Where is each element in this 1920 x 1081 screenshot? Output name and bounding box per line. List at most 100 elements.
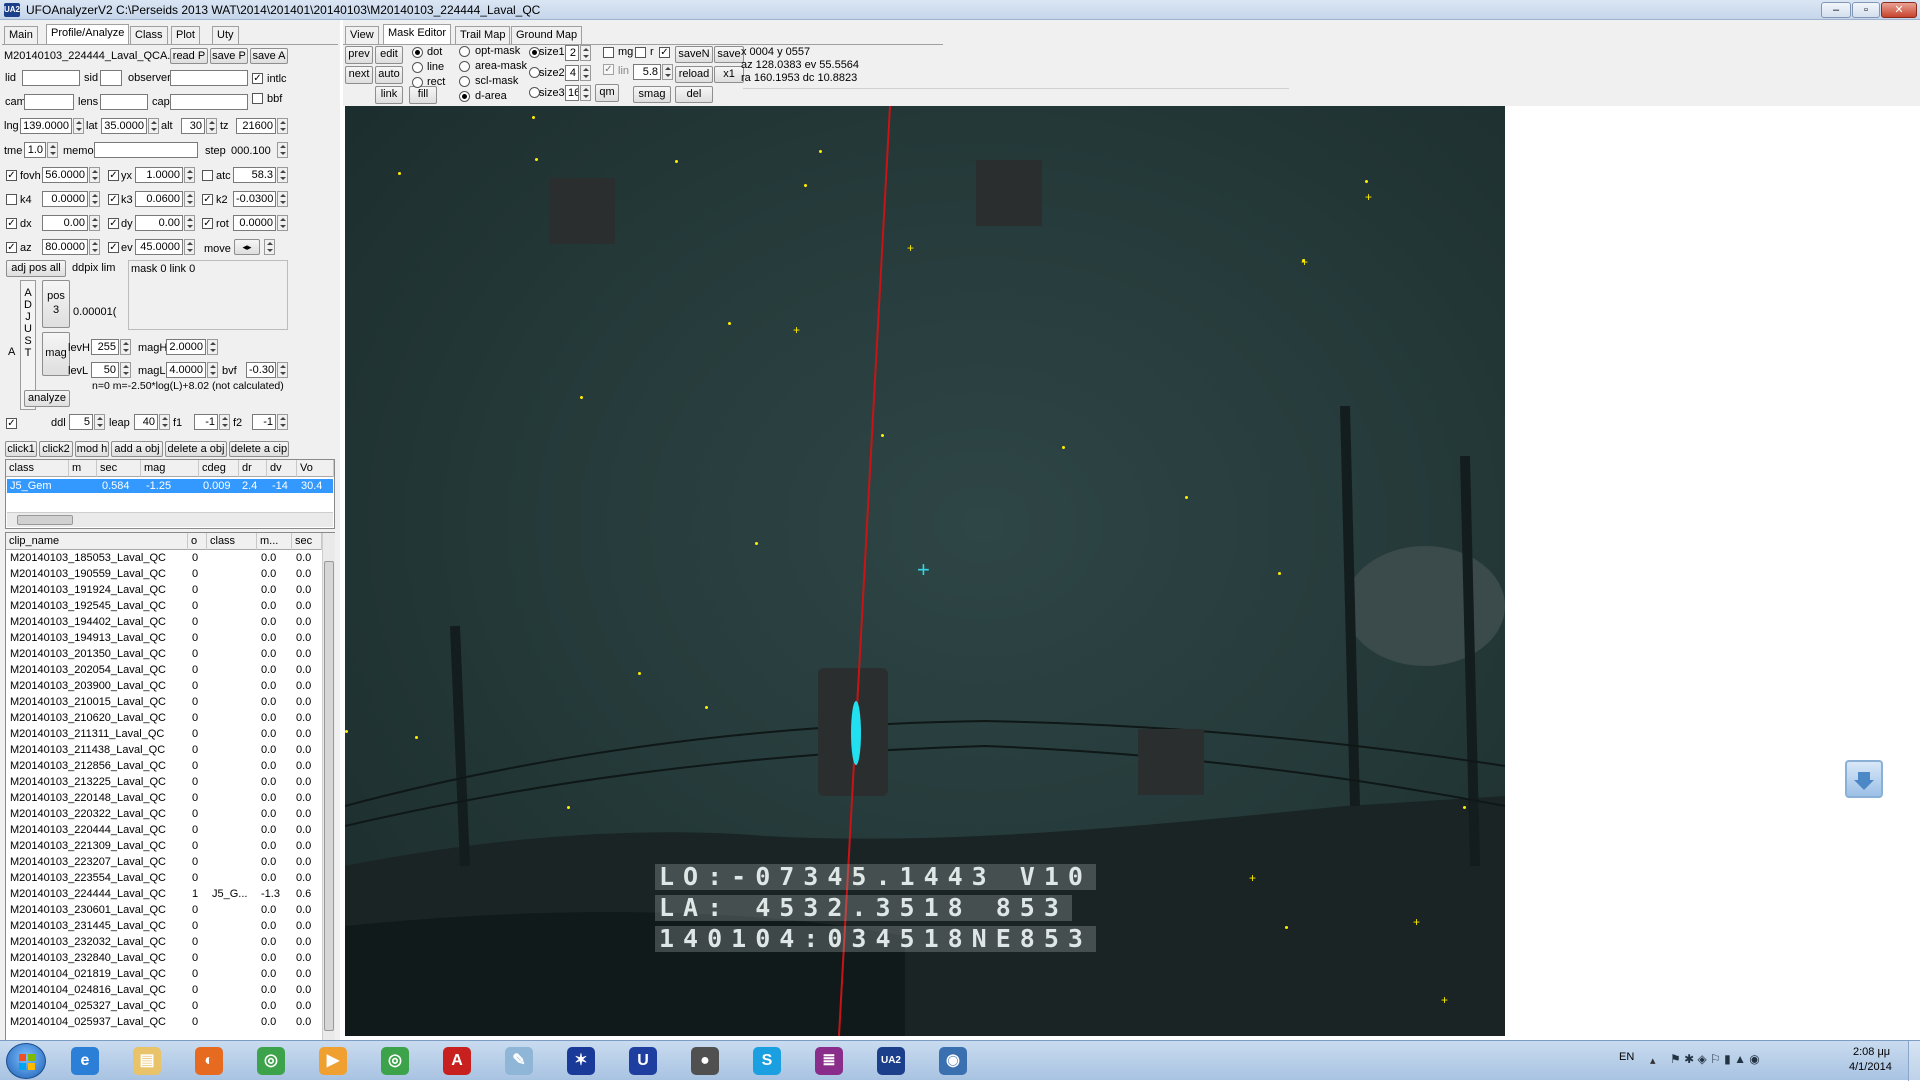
mg-checkbox[interactable] [603, 47, 614, 58]
magl-input[interactable]: 4.0000 [166, 362, 206, 378]
magl-spinner[interactable] [207, 362, 218, 378]
clip-row[interactable]: M20140103_211438_Laval_QC 0 0.0 0.0 [7, 744, 322, 757]
intlc-checkbox[interactable] [252, 73, 263, 84]
sid-input[interactable] [100, 70, 122, 86]
delete-clip-button[interactable]: delete a cip [229, 441, 289, 457]
lin-input[interactable]: 5.8 [633, 64, 661, 80]
k4-checkbox[interactable] [6, 194, 17, 205]
edit-button[interactable]: edit [375, 46, 403, 64]
r2-checkbox[interactable] [659, 47, 670, 58]
clip-row[interactable]: M20140103_220148_Laval_QC 0 0.0 0.0 [7, 792, 322, 805]
lin-spinner[interactable] [662, 64, 673, 80]
clip-row[interactable]: M20140103_185053_Laval_QC 0 0.0 0.0 [7, 552, 322, 565]
clip-row[interactable]: M20140103_232032_Laval_QC 0 0.0 0.0 [7, 936, 322, 949]
save-a-button[interactable]: save A [250, 48, 288, 64]
az-checkbox[interactable] [6, 242, 17, 253]
mod-h-button[interactable]: mod h [75, 441, 109, 457]
dx-input[interactable]: 0.00 [42, 215, 88, 231]
memo-input[interactable] [94, 142, 198, 158]
observer-input[interactable] [170, 70, 248, 86]
read-p-button[interactable]: read P [170, 48, 208, 64]
lng-spinner[interactable] [73, 118, 84, 134]
col-dv[interactable]: dv [267, 460, 297, 477]
chrome-icon[interactable]: ◎ [368, 1044, 422, 1078]
lng-input[interactable]: 139.0000 [20, 118, 72, 134]
tab-view[interactable]: View [345, 26, 379, 44]
clock-time[interactable]: 2:08 μμ [1853, 1046, 1890, 1058]
ddl-input[interactable]: 5 [69, 414, 93, 430]
dy-input[interactable]: 0.00 [135, 215, 183, 231]
area-mask-radio[interactable] [459, 61, 470, 72]
k4-input[interactable]: 0.0000 [42, 191, 88, 207]
k3-input[interactable]: 0.0600 [135, 191, 183, 207]
media-player-icon[interactable]: ▶ [306, 1044, 360, 1078]
close-button[interactable]: ✕ [1881, 2, 1917, 18]
alt-input[interactable]: 30 [181, 118, 205, 134]
del-button[interactable]: del [675, 86, 713, 103]
x1-button[interactable]: x1 [714, 66, 744, 83]
atc-checkbox[interactable] [202, 170, 213, 181]
fovh-checkbox[interactable] [6, 170, 17, 181]
object-table-hscroll-thumb[interactable] [17, 515, 73, 525]
show-desktop-button[interactable] [1908, 1041, 1920, 1081]
size2-input[interactable]: 4 [565, 65, 579, 81]
tz-input[interactable]: 21600 [236, 118, 276, 134]
prev-button[interactable]: prev [345, 46, 373, 64]
object-table-hscroll[interactable] [7, 512, 333, 527]
minimize-button[interactable]: – [1821, 2, 1851, 18]
tab-profile-analyze[interactable]: Profile/Analyze [46, 24, 130, 44]
cam-input[interactable] [24, 94, 74, 110]
clip-row[interactable]: M20140104_024816_Laval_QC 0 0.0 0.0 [7, 984, 322, 997]
tab-class[interactable]: Class [130, 26, 168, 44]
clip-row[interactable]: M20140103_231445_Laval_QC 0 0.0 0.0 [7, 920, 322, 933]
tz-spinner[interactable] [277, 118, 288, 134]
ev-checkbox[interactable] [108, 242, 119, 253]
d-area-radio[interactable] [459, 91, 470, 102]
fovh-input[interactable]: 56.0000 [42, 167, 88, 183]
language-indicator[interactable]: EN [1619, 1051, 1634, 1063]
size1-spinner[interactable] [580, 45, 591, 61]
levh-spinner[interactable] [120, 339, 131, 355]
levh-input[interactable]: 255 [91, 339, 119, 355]
col-clip-name[interactable]: clip_name [6, 533, 188, 550]
col-m[interactable]: m [69, 460, 97, 477]
fovh-spinner[interactable] [89, 167, 100, 183]
save-p-button[interactable]: save P [210, 48, 248, 64]
clip-row[interactable]: M20140104_025327_Laval_QC 0 0.0 0.0 [7, 1000, 322, 1013]
lat-input[interactable]: 35.0000 [101, 118, 147, 134]
auto-button[interactable]: auto [375, 66, 403, 84]
meteor-frame-image[interactable]: + + + + + + + + LO:-07345.1443 V10 LA: 4… [345, 106, 1505, 1036]
start-orb[interactable] [6, 1043, 46, 1079]
object-row-selected[interactable]: J5_Gem 0.584 -1.25 0.009 2.4 -14 30.4 [7, 479, 333, 493]
add-obj-button[interactable]: add a obj [111, 441, 163, 457]
winrar-icon[interactable]: ≣ [802, 1044, 856, 1078]
k2-spinner[interactable] [277, 191, 288, 207]
clip-row[interactable]: M20140103_212856_Laval_QC 0 0.0 0.0 [7, 760, 322, 773]
col-dr[interactable]: dr [239, 460, 267, 477]
clip-row[interactable]: M20140104_021819_Laval_QC 0 0.0 0.0 [7, 968, 322, 981]
clip-row[interactable]: M20140103_194913_Laval_QC 0 0.0 0.0 [7, 632, 322, 645]
clip-table-vscroll-thumb[interactable] [324, 561, 334, 1031]
ultraedit-icon[interactable]: U [616, 1044, 670, 1078]
col-clip-m[interactable]: m... [257, 533, 292, 550]
tab-uty[interactable]: Uty [212, 26, 239, 44]
rot-spinner[interactable] [277, 215, 288, 231]
stellarium-icon[interactable]: ✶ [554, 1044, 608, 1078]
rect-radio[interactable] [412, 77, 423, 88]
col-clip-class[interactable]: class [207, 533, 257, 550]
fill-button[interactable]: fill [409, 86, 437, 104]
next-button[interactable]: next [345, 66, 373, 84]
ev-input[interactable]: 45.0000 [135, 239, 183, 255]
dy-spinner[interactable] [184, 215, 195, 231]
col-o[interactable]: o [188, 533, 207, 550]
maximize-button[interactable]: ▫ [1852, 2, 1880, 18]
rot-checkbox[interactable] [202, 218, 213, 229]
clip-row[interactable]: M20140103_223554_Laval_QC 0 0.0 0.0 [7, 872, 322, 885]
clip-row[interactable]: M20140103_191924_Laval_QC 0 0.0 0.0 [7, 584, 322, 597]
col-cdeg[interactable]: cdeg [199, 460, 239, 477]
scroll-down-button[interactable] [1845, 760, 1883, 798]
tme-input[interactable]: 1.0 [24, 142, 46, 158]
az-spinner[interactable] [89, 239, 100, 255]
ddl-spinner[interactable] [94, 414, 105, 430]
clip-row[interactable]: M20140103_194402_Laval_QC 0 0.0 0.0 [7, 616, 322, 629]
